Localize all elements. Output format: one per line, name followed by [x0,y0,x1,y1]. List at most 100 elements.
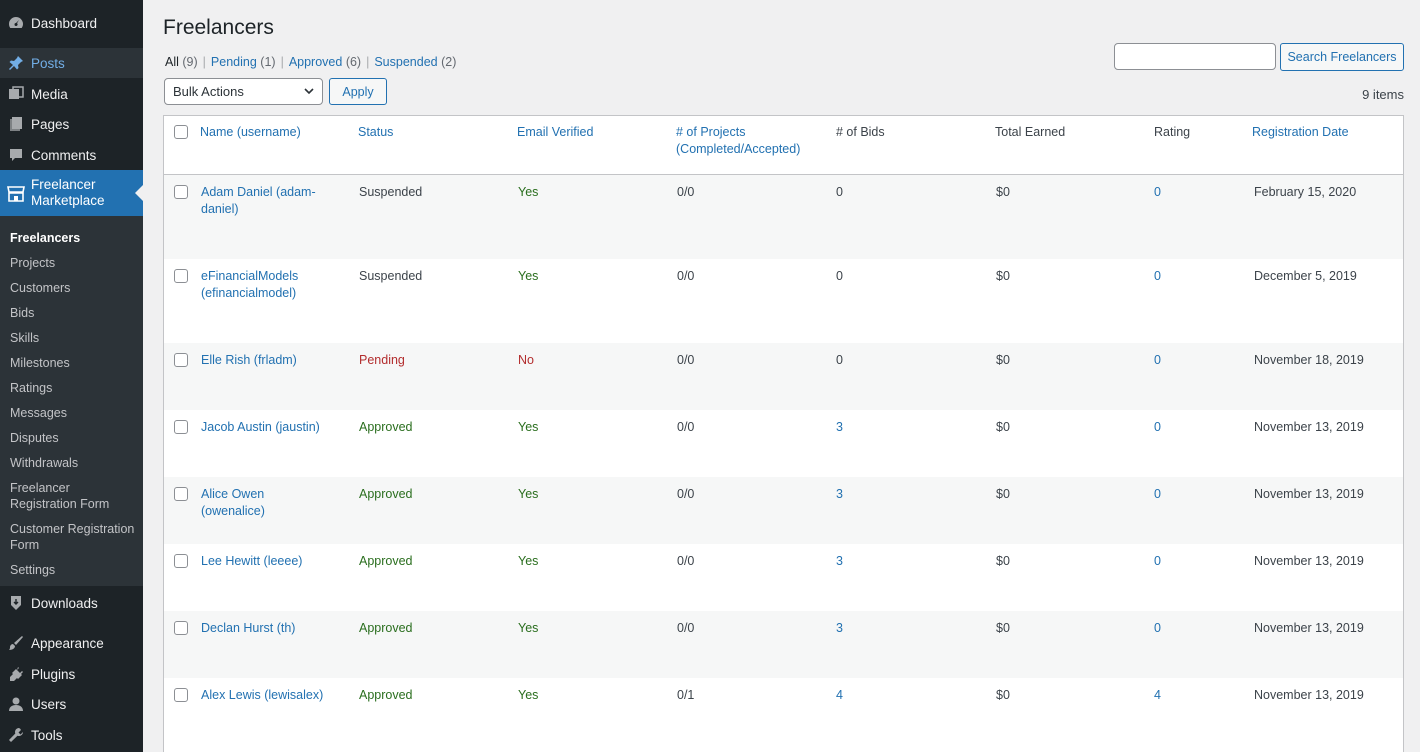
page-title: Freelancers [163,16,274,39]
row-checkbox[interactable] [174,621,188,635]
filter-approved[interactable]: Approved (6) [289,55,361,69]
cell-name[interactable]: Adam Daniel (adam-daniel) [201,184,331,218]
row-checkbox[interactable] [174,554,188,568]
menu-users[interactable]: Users [0,689,143,719]
cell-email-verified: Yes [518,688,539,702]
submenu-customer-registration-form[interactable]: Customer Registration Form [10,521,135,553]
menu-freelancer-marketplace[interactable]: Freelancer Marketplace [0,170,143,216]
submenu-milestones[interactable]: Milestones [10,355,135,371]
cell-name[interactable]: Declan Hurst (th) [201,620,331,637]
menu-label: Media [31,86,68,102]
search-freelancers-button[interactable]: Search Freelancers [1280,43,1404,71]
menu-dashboard[interactable]: Dashboard [0,8,143,38]
store-icon [7,184,25,202]
submenu-settings[interactable]: Settings [10,562,135,578]
col-status[interactable]: Status [358,124,393,141]
search-input[interactable] [1114,43,1276,70]
filter-pending[interactable]: Pending (1) [211,55,276,69]
cell-bids[interactable]: 3 [836,620,843,637]
menu-label: Appearance [31,635,104,651]
cell-status: Approved [359,621,413,635]
freelancers-table: Name (username) Status Email Verified # … [163,115,1404,752]
cell-bids[interactable]: 3 [836,486,843,503]
cell-projects: 0/1 [677,688,695,702]
col-projects[interactable]: # of Projects (Completed/Accepted) [676,124,816,158]
cell-rating[interactable]: 0 [1154,352,1161,369]
cell-rating[interactable]: 0 [1154,553,1161,570]
admin-sidebar: Dashboard Posts Media Pages Comments Fre… [0,0,143,752]
cell-projects: 0/0 [677,353,695,367]
cell-bids[interactable]: 3 [836,419,843,436]
cell-projects: 0/0 [677,185,695,199]
cell-name[interactable]: Jacob Austin (jaustin) [201,419,331,436]
submenu-freelancer-registration-form[interactable]: Freelancer Registration Form [10,480,135,512]
submenu-bids[interactable]: Bids [10,305,135,321]
cell-rating[interactable]: 0 [1154,268,1161,285]
col-registration-date[interactable]: Registration Date [1252,124,1349,141]
filter-suspended[interactable]: Suspended (2) [374,55,456,69]
cell-rating[interactable]: 0 [1154,184,1161,201]
menu-appearance[interactable]: Appearance [0,628,143,658]
cell-registration-date: December 5, 2019 [1254,269,1357,283]
menu-comments[interactable]: Comments [0,140,143,170]
appearance-icon [7,634,25,652]
table-row: Alex Lewis (lewisalex) Approved Yes 0/1 4 $0 4… [164,678,1403,752]
items-count: 9 items [1362,87,1404,102]
cell-rating[interactable]: 0 [1154,620,1161,637]
cell-name[interactable]: Alex Lewis (lewisalex) [201,687,331,704]
menu-tools[interactable]: Tools [0,720,143,750]
select-all-checkbox[interactable] [174,125,188,139]
menu-label: Downloads [31,595,98,611]
filter-all[interactable]: All (9) [165,55,198,69]
menu-downloads[interactable]: Downloads [0,588,143,618]
cell-rating[interactable]: 0 [1154,419,1161,436]
col-total-earned: Total Earned [995,125,1066,139]
cell-bids[interactable]: 3 [836,553,843,570]
col-name[interactable]: Name (username) [200,124,301,141]
cell-rating[interactable]: 4 [1154,687,1161,704]
menu-label: Dashboard [31,15,98,31]
cell-projects: 0/0 [677,420,695,434]
submenu-projects[interactable]: Projects [10,255,135,271]
cell-total-earned: $0 [996,353,1010,367]
row-checkbox[interactable] [174,487,188,501]
cell-total-earned: $0 [996,487,1010,501]
cell-status: Suspended [359,185,423,199]
submenu-disputes[interactable]: Disputes [10,430,135,446]
cell-projects: 0/0 [677,269,695,283]
media-icon [7,85,25,103]
cell-name[interactable]: Lee Hewitt (leeee) [201,553,331,570]
menu-media[interactable]: Media [0,79,143,109]
table-header: Name (username) Status Email Verified # … [164,116,1403,175]
row-checkbox[interactable] [174,420,188,434]
cell-status: Approved [359,688,413,702]
menu-label: Pages [31,116,70,132]
cell-name[interactable]: eFinancialModels (efinancialmodel) [201,268,331,302]
row-checkbox[interactable] [174,185,188,199]
cell-status: Approved [359,554,413,568]
cell-name[interactable]: Elle Rish (frladm) [201,352,331,369]
cell-total-earned: $0 [996,621,1010,635]
row-checkbox[interactable] [174,353,188,367]
submenu-ratings[interactable]: Ratings [10,380,135,396]
apply-button[interactable]: Apply [329,78,387,105]
row-checkbox[interactable] [174,688,188,702]
cell-registration-date: November 13, 2019 [1254,688,1364,702]
bulk-actions-select[interactable]: Bulk Actions [164,78,323,105]
menu-pages[interactable]: Pages [0,109,143,139]
cell-bids[interactable]: 4 [836,687,843,704]
submenu-messages[interactable]: Messages [10,405,135,421]
cell-name[interactable]: Alice Owen (owenalice) [201,486,331,520]
menu-plugins[interactable]: Plugins [0,659,143,689]
table-row: Elle Rish (frladm) Pending No 0/0 0 $0 0 Novemb… [164,343,1403,410]
submenu-withdrawals[interactable]: Withdrawals [10,455,135,471]
submenu-freelancers[interactable]: Freelancers [10,230,135,246]
submenu-skills[interactable]: Skills [10,330,135,346]
cell-email-verified: Yes [518,621,539,635]
plugins-icon [7,665,25,683]
menu-posts[interactable]: Posts [0,48,143,78]
cell-rating[interactable]: 0 [1154,486,1161,503]
col-email-verified[interactable]: Email Verified [517,124,593,141]
row-checkbox[interactable] [174,269,188,283]
submenu-customers[interactable]: Customers [10,280,135,296]
